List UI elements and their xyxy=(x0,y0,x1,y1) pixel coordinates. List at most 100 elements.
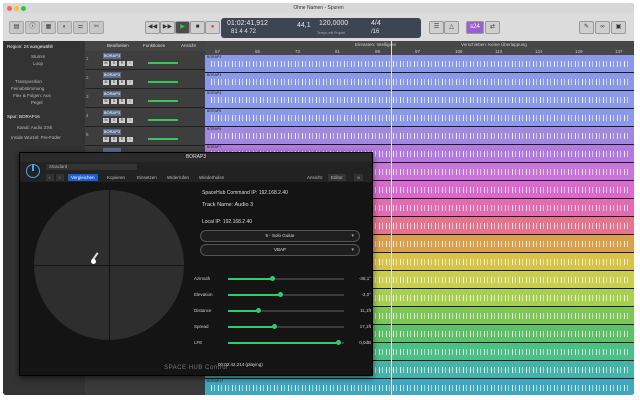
audio-region[interactable]: BORAP3 xyxy=(205,55,634,73)
volume-fader[interactable] xyxy=(148,138,178,140)
panner-source-handle[interactable] xyxy=(91,259,96,264)
solo-button[interactable]: S xyxy=(111,80,117,85)
tab-undo[interactable]: Widerrufen xyxy=(164,174,192,181)
count-in-button[interactable]: ☰ xyxy=(429,21,444,34)
tab-copy[interactable]: Kopieren xyxy=(104,174,128,181)
track-inspector-header[interactable]: Spur: BORAP16 xyxy=(7,114,40,119)
parameter-slider[interactable] xyxy=(228,276,344,281)
audio-region[interactable]: BORAP3 xyxy=(205,73,634,91)
slider-knob[interactable] xyxy=(255,308,261,313)
record-enable-button[interactable]: R xyxy=(119,137,125,142)
next-preset-icon[interactable]: › xyxy=(56,174,64,181)
slider-knob[interactable] xyxy=(335,340,341,345)
view-select[interactable]: Editor xyxy=(328,174,346,181)
solo-button[interactable]: S xyxy=(111,137,117,142)
tab-redo[interactable]: Wiederholen xyxy=(196,174,227,181)
edit-menu[interactable]: Bearbeiten xyxy=(107,43,129,48)
drag-setting[interactable]: Verschieben: Keine Überlappung xyxy=(461,42,527,47)
source-dropdown[interactable]: 9 - Solo Guitar ▾ xyxy=(200,230,360,242)
solo-button[interactable]: S xyxy=(111,118,117,123)
view-menu[interactable]: Ansicht xyxy=(181,43,196,48)
prev-preset-icon[interactable]: ‹ xyxy=(46,174,54,181)
track-name-label[interactable]: BORAP3 xyxy=(103,91,121,97)
playhead[interactable] xyxy=(391,41,392,395)
forward-button[interactable]: ▶▶ xyxy=(160,21,175,34)
tab-paste[interactable]: Einsetzen xyxy=(134,174,160,181)
tab-compare[interactable]: Vergleichen xyxy=(68,174,98,181)
tuner-badge[interactable]: s24 xyxy=(466,21,484,34)
audio-region[interactable]: BORAP4 xyxy=(205,91,634,109)
record-enable-button[interactable]: R xyxy=(119,80,125,85)
browser-icon[interactable]: ▣ xyxy=(611,21,626,34)
mute-button[interactable]: M xyxy=(103,118,109,123)
play-button[interactable]: ▶ xyxy=(175,21,190,34)
track-name-label[interactable]: BORAP3 xyxy=(103,72,121,78)
mute-button[interactable]: M xyxy=(103,61,109,66)
input-monitor-button[interactable]: I xyxy=(127,80,133,85)
slider-knob[interactable] xyxy=(271,324,277,329)
mute-button[interactable]: M xyxy=(103,80,109,85)
region-inspector-header[interactable]: Region: 24 ausgewählt xyxy=(7,44,53,49)
inspector-icon[interactable]: ⓘ xyxy=(25,21,40,34)
slider-label: Spread xyxy=(194,324,209,329)
slider-knob[interactable] xyxy=(269,276,275,281)
track-number: 5 xyxy=(86,132,89,137)
lcd-display[interactable]: 01:02:41,912 81 4 4 72 44,1 120,0000 Tem… xyxy=(221,18,421,38)
record-enable-button[interactable]: R xyxy=(119,99,125,104)
mixer-icon[interactable]: ⚌ xyxy=(73,21,88,34)
region-name: BORAP4 xyxy=(207,91,222,95)
parameter-slider[interactable] xyxy=(228,324,344,329)
record-enable-button[interactable]: R xyxy=(119,118,125,123)
panning-mode-dropdown[interactable]: VBAP ▾ xyxy=(200,244,360,256)
solo-button[interactable]: S xyxy=(111,99,117,104)
rewind-button[interactable]: ◀◀ xyxy=(145,21,160,34)
mute-button[interactable]: M xyxy=(103,137,109,142)
library-icon[interactable]: ▤ xyxy=(9,21,24,34)
stop-button[interactable]: ■ xyxy=(190,21,205,34)
track-header-row[interactable]: 5 BORAP3 M S R I xyxy=(85,127,205,146)
parameter-slider[interactable] xyxy=(228,308,344,313)
audio-region[interactable]: BORAP6 xyxy=(205,127,634,145)
record-button[interactable]: ● xyxy=(205,21,220,34)
input-monitor-button[interactable]: I xyxy=(127,118,133,123)
parameter-slider[interactable] xyxy=(228,340,344,345)
functions-menu[interactable]: Funktionen xyxy=(143,43,165,48)
solo-button[interactable]: S xyxy=(111,61,117,66)
notes-icon[interactable]: ✎ xyxy=(579,21,594,34)
track-name-label[interactable]: BORAP3 xyxy=(103,53,121,59)
snap-setting[interactable]: Einrasten: Intelligent xyxy=(355,42,396,47)
smart-controls-icon[interactable]: ◐ xyxy=(57,21,72,34)
audio-region[interactable]: BORAP5 xyxy=(205,109,634,127)
track-header-row[interactable]: 4 BORAP3 M S R I xyxy=(85,108,205,127)
metronome-button[interactable]: △ xyxy=(444,21,459,34)
close-window-icon[interactable] xyxy=(7,6,12,11)
slider-knob[interactable] xyxy=(277,292,283,297)
volume-fader[interactable] xyxy=(148,119,178,121)
input-monitor-button[interactable]: I xyxy=(127,137,133,142)
editors-icon[interactable]: ✂ xyxy=(89,21,104,34)
record-enable-button[interactable]: R xyxy=(119,61,125,66)
track-header-row[interactable]: 1 BORAP3 M S R I xyxy=(85,51,205,70)
audio-region[interactable]: BORAP17 xyxy=(205,379,634,395)
volume-fader[interactable] xyxy=(148,62,178,64)
parameter-slider[interactable] xyxy=(228,292,344,297)
power-icon[interactable] xyxy=(26,164,40,178)
zoom-window-icon[interactable] xyxy=(21,6,26,11)
input-monitor-button[interactable]: I xyxy=(127,99,133,104)
mute-button[interactable]: M xyxy=(103,99,109,104)
track-name-label[interactable]: BORAP3 xyxy=(103,129,121,135)
toolbar-toggle-icon[interactable]: ▦ xyxy=(41,21,56,34)
loops-icon[interactable]: ∞ xyxy=(595,21,610,34)
track-header-row[interactable]: 2 BORAP3 M S R I xyxy=(85,70,205,89)
panner-circle[interactable] xyxy=(34,190,184,340)
volume-fader[interactable] xyxy=(148,100,178,102)
link-icon[interactable]: ∞ xyxy=(354,174,364,181)
input-monitor-button[interactable]: I xyxy=(127,61,133,66)
preset-menu[interactable]: Standard xyxy=(46,164,137,170)
track-header-row[interactable]: 3 BORAP3 M S R I xyxy=(85,89,205,108)
cycle-button[interactable]: ⇄ xyxy=(485,21,500,34)
track-name-label[interactable]: BORAP3 xyxy=(103,110,121,116)
minimize-window-icon[interactable] xyxy=(14,6,19,11)
volume-fader[interactable] xyxy=(148,81,178,83)
bar-ruler[interactable]: Einrasten: Intelligent Verschieben: Kein… xyxy=(205,41,634,55)
